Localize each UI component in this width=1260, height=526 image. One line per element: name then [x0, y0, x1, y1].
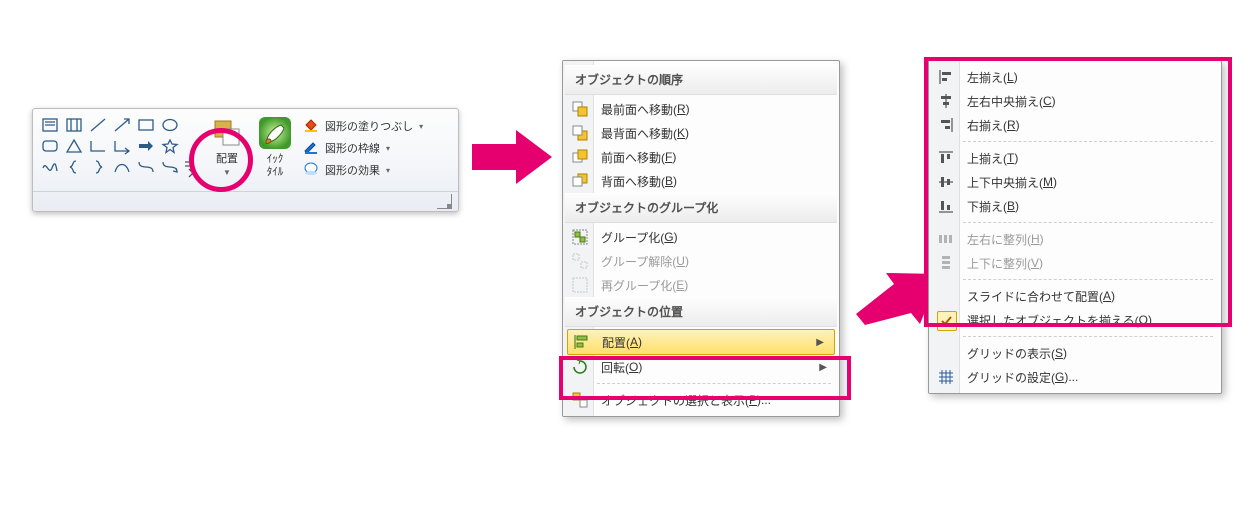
arrange-icon: [207, 113, 247, 153]
shape-oval-icon[interactable]: [159, 115, 181, 135]
shape-rect-icon[interactable]: [135, 115, 157, 135]
style-label: ﾀｲﾙ: [267, 166, 284, 179]
menu-align-left[interactable]: 左揃え(L): [931, 65, 1219, 89]
align-icon: [572, 333, 590, 351]
shape-brace-left-icon[interactable]: [63, 157, 85, 177]
align-bottom-icon: [937, 197, 955, 215]
check-icon: [937, 311, 957, 331]
menu-grid-settings[interactable]: グリッドの設定(G)...: [931, 365, 1219, 389]
menu-send-backward[interactable]: 背面へ移動(B): [565, 169, 837, 193]
menu-distribute-h: 左右に整列(H): [931, 227, 1219, 251]
shape-fill-option[interactable]: 図形の塗りつぶし▾: [299, 115, 423, 137]
shape-arrow-icon[interactable]: [135, 136, 157, 156]
shape-elbow-icon[interactable]: [87, 136, 109, 156]
menu-align-to-slide[interactable]: スライドに合わせて配置(A): [931, 284, 1219, 308]
menu-regroup: 再グループ化(E): [565, 273, 837, 297]
section-order-title: オブジェクトの順序: [565, 65, 837, 95]
menu-distribute-v: 上下に整列(V): [931, 251, 1219, 275]
menu-align-selected[interactable]: 選択したオブジェクトを揃える(O): [931, 308, 1219, 332]
shape-line-icon[interactable]: [87, 115, 109, 135]
shapes-gallery[interactable]: [33, 109, 203, 189]
shape-connector-arrow-icon[interactable]: [159, 157, 181, 177]
shape-star-icon[interactable]: [159, 136, 181, 156]
shape-effects-option[interactable]: 図形の効果▾: [299, 159, 423, 181]
quick-label: ｲｯｸ: [267, 153, 284, 166]
chevron-down-icon: ▼: [223, 166, 231, 179]
menu-align[interactable]: 配置(A) ▶: [567, 329, 835, 355]
menu-bring-to-front[interactable]: 最前面へ移動(R): [565, 97, 837, 121]
align-top-icon: [937, 149, 955, 167]
menu-align-middle-v[interactable]: 上下中央揃え(M): [931, 170, 1219, 194]
send-to-back-icon: [571, 124, 589, 142]
menu-align-top[interactable]: 上揃え(T): [931, 146, 1219, 170]
shape-roundrect-icon[interactable]: [39, 136, 61, 156]
section-position-title: オブジェクトの位置: [565, 297, 837, 327]
regroup-icon: [571, 276, 589, 294]
blank-icon: [937, 344, 955, 362]
rotate-icon: [571, 358, 589, 376]
bring-to-front-icon: [571, 100, 589, 118]
menu-selection-pane[interactable]: オブジェクトの選択と表示(P)...: [565, 388, 837, 412]
shape-textbox-icon[interactable]: [39, 115, 61, 135]
submenu-caret-icon: ▶: [819, 362, 827, 373]
ribbon-drawing-group: 配置 ▼ ｲｯｸ ﾀｲﾙ: [32, 108, 459, 212]
selection-pane-icon: [571, 391, 589, 409]
align-left-icon: [937, 68, 955, 86]
bring-forward-icon: [571, 148, 589, 166]
align-middle-v-icon: [937, 173, 955, 191]
outline-pen-icon: [303, 139, 319, 158]
menu-align-right[interactable]: 右揃え(R): [931, 113, 1219, 137]
arrow-1-icon: [472, 130, 552, 184]
ribbon-footer: [33, 191, 458, 211]
shape-connector-icon[interactable]: [135, 157, 157, 177]
blank-icon: [937, 287, 955, 305]
arrange-dropdown-menu: オブジェクトの順序 最前面へ移動(R) 最背面へ移動(K) 前面へ移動(F) 背…: [562, 60, 840, 417]
shape-brace-right-icon[interactable]: [87, 157, 109, 177]
shape-freeform-icon[interactable]: [39, 157, 61, 177]
ungroup-icon: [571, 252, 589, 270]
menu-group[interactable]: グループ化(G): [565, 225, 837, 249]
align-right-icon: [937, 116, 955, 134]
align-submenu: 左揃え(L) 左右中央揃え(C) 右揃え(R) 上揃え(T) 上下中央揃え(M): [928, 60, 1222, 394]
fill-bucket-icon: [303, 117, 319, 136]
grid-icon: [937, 368, 955, 386]
menu-ungroup: グループ解除(U): [565, 249, 837, 273]
align-center-h-icon: [937, 92, 955, 110]
shape-triangle-icon[interactable]: [63, 136, 85, 156]
brush-icon: [255, 113, 295, 153]
quick-styles-button[interactable]: ｲｯｸ ﾀｲﾙ: [251, 113, 299, 189]
menu-rotate[interactable]: 回転(O) ▶: [565, 355, 837, 379]
send-backward-icon: [571, 172, 589, 190]
section-group-title: オブジェクトのグループ化: [565, 193, 837, 223]
menu-show-grid[interactable]: グリッドの表示(S): [931, 341, 1219, 365]
distribute-v-icon: [937, 254, 955, 272]
distribute-h-icon: [937, 230, 955, 248]
menu-bring-forward[interactable]: 前面へ移動(F): [565, 145, 837, 169]
shapes-more-icon[interactable]: [183, 157, 197, 177]
shape-vframe-icon[interactable]: [63, 115, 85, 135]
arrange-button[interactable]: 配置 ▼: [203, 113, 251, 189]
dialog-launcher-icon[interactable]: [437, 194, 452, 209]
group-icon: [571, 228, 589, 246]
effects-icon: [303, 161, 319, 180]
arrange-label: 配置: [216, 153, 238, 166]
menu-align-center-h[interactable]: 左右中央揃え(C): [931, 89, 1219, 113]
shape-outline-option[interactable]: 図形の枠線▾: [299, 137, 423, 159]
shape-curve-icon[interactable]: [111, 157, 133, 177]
shape-arrow-line-icon[interactable]: [111, 115, 133, 135]
submenu-caret-icon: ▶: [816, 337, 824, 348]
menu-align-bottom[interactable]: 下揃え(B): [931, 194, 1219, 218]
menu-send-to-back[interactable]: 最背面へ移動(K): [565, 121, 837, 145]
shape-elbow-arrow-icon[interactable]: [111, 136, 133, 156]
